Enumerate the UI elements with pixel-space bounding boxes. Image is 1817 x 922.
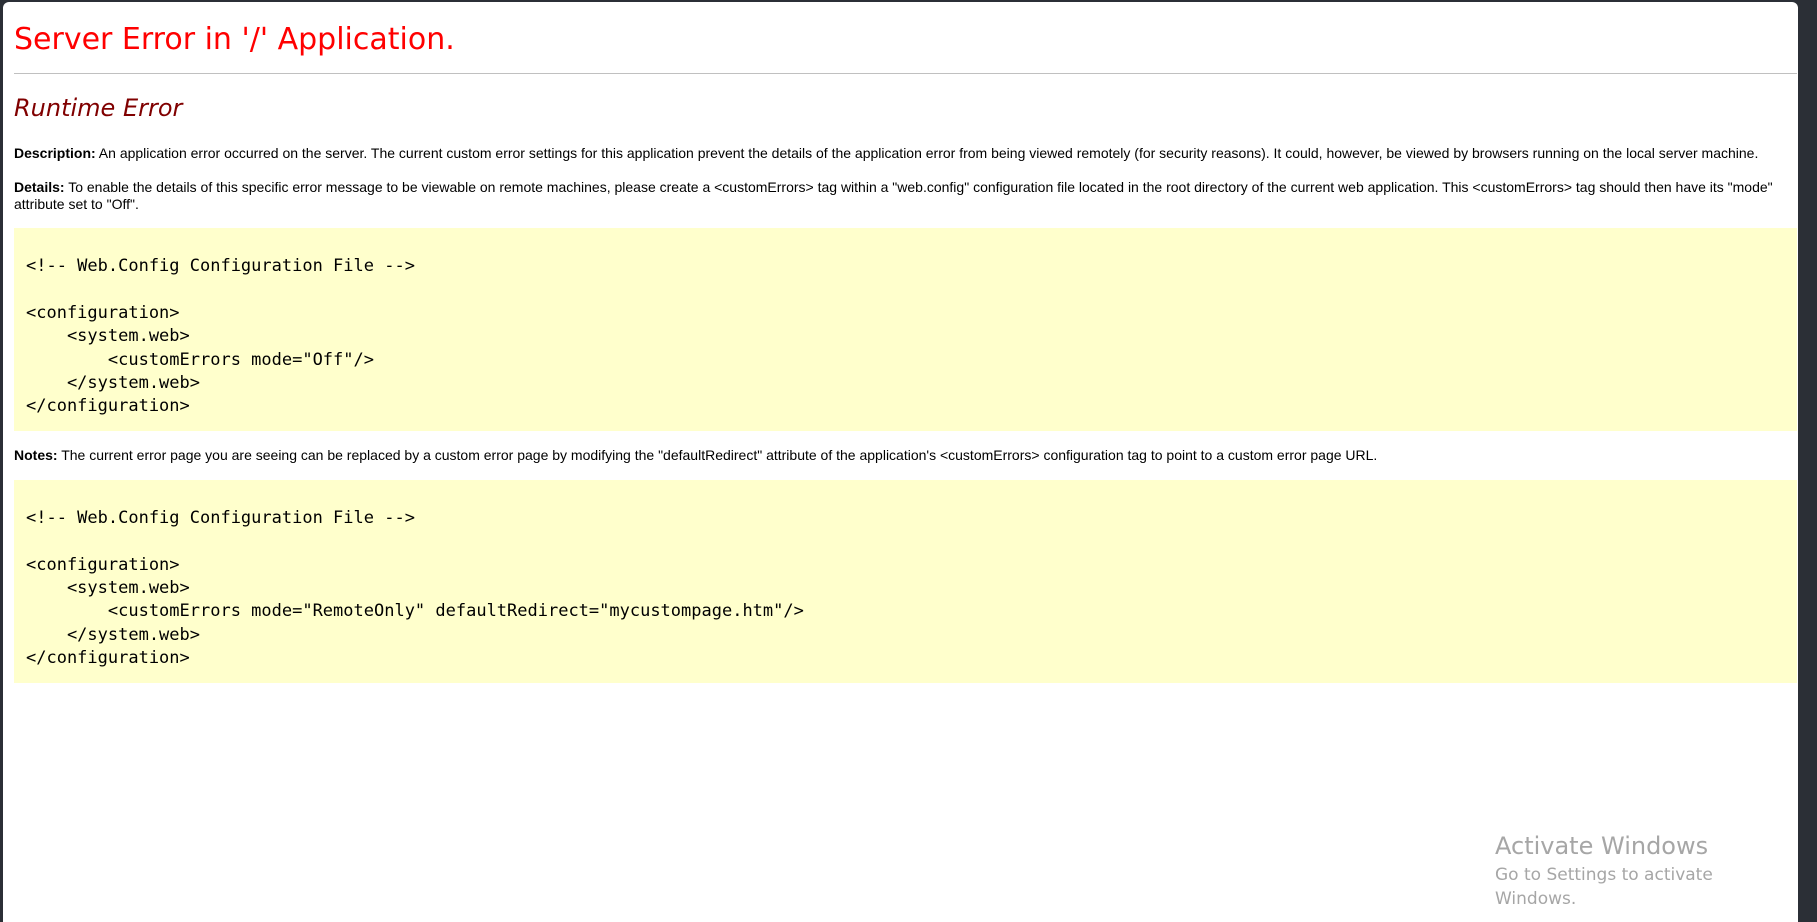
description-label: Description: (14, 145, 96, 161)
page-title: Server Error in '/' Application. (14, 22, 455, 57)
notes-paragraph: Notes: The current error page you are se… (14, 431, 1787, 464)
watermark-title: Activate Windows (1495, 832, 1709, 860)
details-text: To enable the details of this specific e… (14, 179, 1773, 212)
description-text: An application error occurred on the ser… (95, 145, 1759, 161)
description-paragraph: Description: An application error occurr… (14, 123, 1787, 162)
error-page: Server Error in '/' Application. Runtime… (3, 2, 1798, 683)
activate-windows-watermark: Activate Windows Go to Settings to activ… (1495, 831, 1798, 911)
watermark-subtitle: Go to Settings to activate Windows. (1495, 865, 1713, 909)
details-label: Details: (14, 179, 65, 195)
details-paragraph: Details: To enable the details of this s… (14, 162, 1787, 213)
error-type-heading: Runtime Error (14, 94, 183, 122)
config-code-block-off: <!-- Web.Config Configuration File --> <… (14, 228, 1797, 431)
browser-page: Server Error in '/' Application. Runtime… (3, 2, 1798, 922)
config-code-block-remote-only: <!-- Web.Config Configuration File --> <… (14, 479, 1797, 683)
notes-label: Notes: (14, 446, 58, 463)
notes-text: The current error page you are seeing ca… (57, 446, 1378, 463)
